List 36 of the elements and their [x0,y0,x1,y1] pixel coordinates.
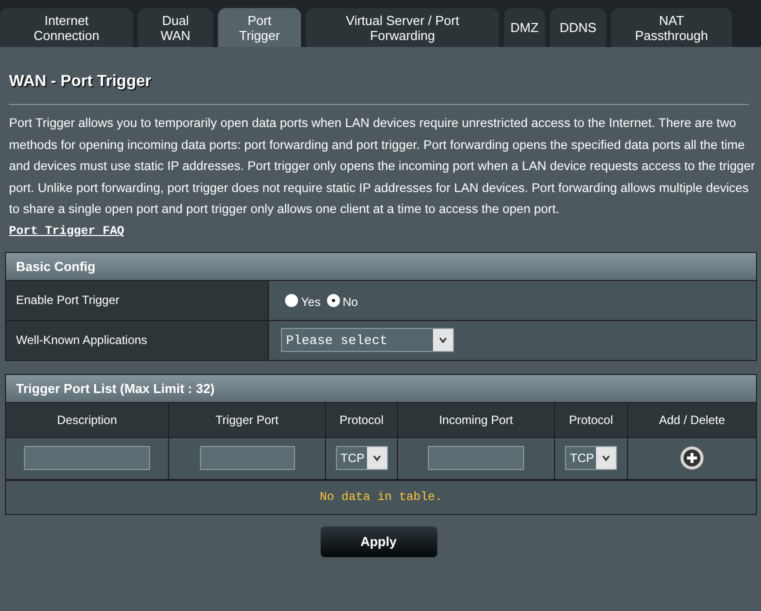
tab[interactable]: NAT Passthrough [611,8,732,47]
tab[interactable]: Dual WAN [138,8,213,47]
add-icon[interactable] [679,445,705,472]
input-field[interactable] [24,446,150,470]
radio-button[interactable] [326,294,340,307]
dropdown[interactable]: Please select [281,328,454,352]
column-header: Protocol [326,402,398,438]
caret-icon [438,335,448,346]
tab[interactable]: Internet Connection [0,8,133,47]
column-header: Description [6,402,169,438]
caret-icon [601,453,611,464]
column-header: Protocol [555,402,628,438]
column-header: Incoming Port [398,402,555,438]
column-header: Trigger Port [169,402,326,438]
field-label: Enable Port Trigger [6,280,269,320]
panel-header: Basic Config [6,252,756,281]
tab[interactable]: DDNS [550,8,606,47]
radio-button[interactable] [285,294,298,307]
dropdown[interactable]: TCP [565,446,617,470]
tab[interactable]: DMZ [504,8,545,47]
faq-link[interactable]: Port Trigger FAQ [9,224,124,238]
radio-label: Yes [301,295,321,310]
panel-header: Trigger Port List (Max Limit : 32) [6,374,756,403]
apply-button[interactable]: Apply [320,526,438,558]
column-header: Add / Delete [628,402,756,438]
dropdown[interactable]: TCP [336,446,388,470]
input-field[interactable] [428,446,524,470]
page-title: WAN - Port Trigger [8,73,152,91]
field-label: Well-Known Applications [6,320,269,360]
empty-message: No data in table. [320,490,442,504]
radio-label: No [342,295,358,310]
input-field[interactable] [200,446,294,470]
tab[interactable]: Port Trigger [218,8,301,47]
tab[interactable]: Virtual Server / Port Forwarding [306,8,499,47]
description-text: Port Trigger allows you to temporarily open data ports when LAN devices require unrestricted access to the Internet. There are two methods for opening incoming data ports: port forwarding and port trigger. Port forwarding opens the specified data ports all the time and devices must use static IP addresses. Port trigger only opens the incoming port when a LAN device requests access to the trigger port. Unlike port forwarding, port trigger does not require static IP addresses for LAN devices. Port forwarding allows multiple devices to share a single open port and port trigger only allows one client at a time to access the open port. [8,115,756,218]
caret-icon [372,453,382,464]
